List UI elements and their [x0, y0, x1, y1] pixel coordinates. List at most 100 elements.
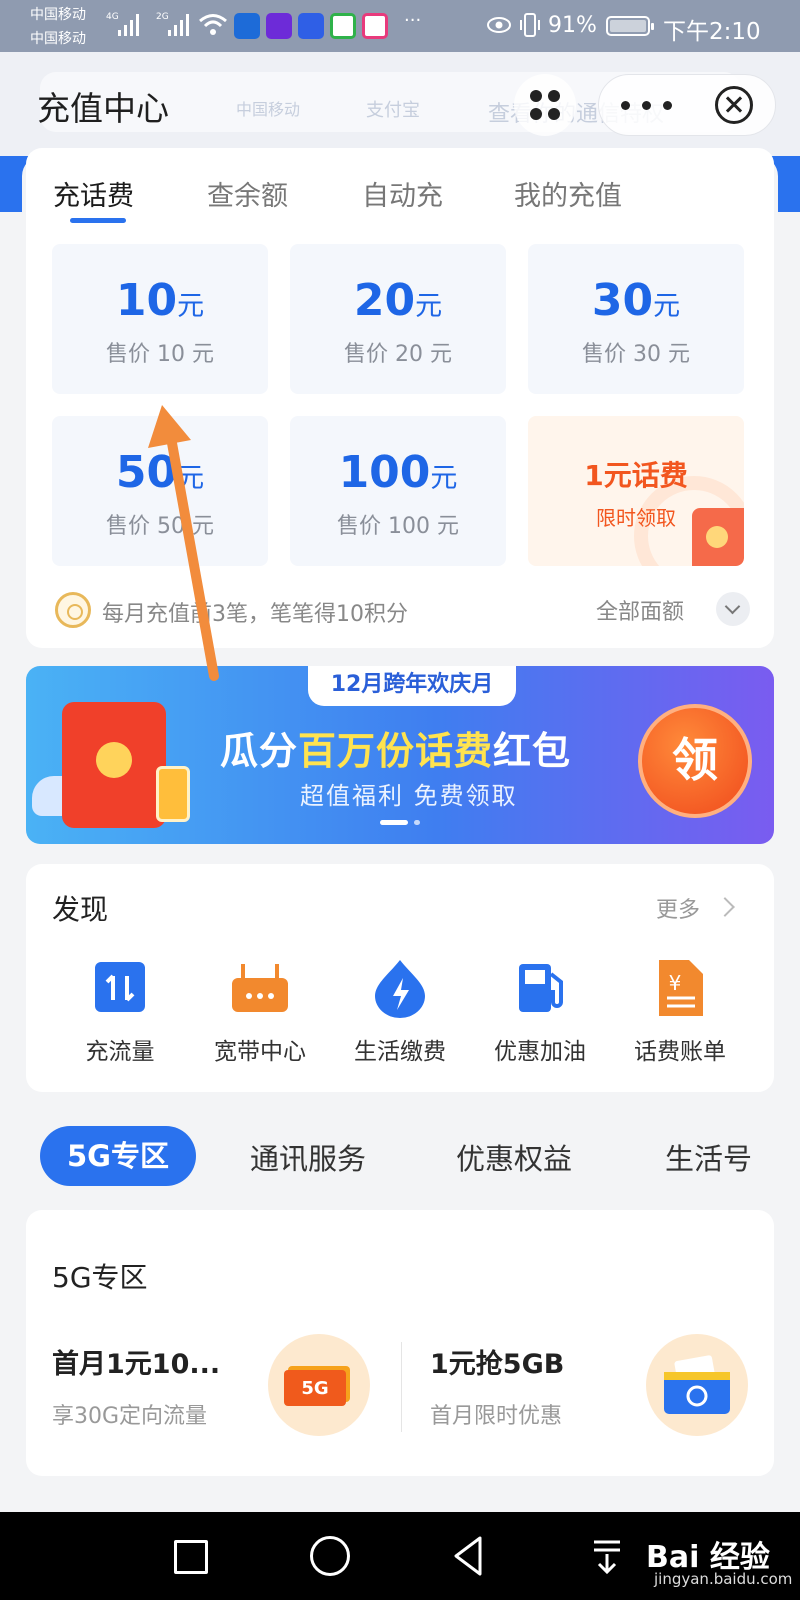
category-tab-benefits[interactable]: 优惠权益 [456, 1136, 572, 1178]
lightning-drop-icon [369, 958, 431, 1018]
service-label: 宽带中心 [214, 1039, 306, 1065]
tile-unit: 元 [430, 463, 458, 494]
carrier-1: 中国移动 [30, 7, 86, 23]
tile-amount: 100 [338, 447, 431, 498]
points-note: 每月充值前3笔，笔笔得10积分 [102, 602, 408, 627]
download-icon[interactable] [590, 1536, 624, 1576]
service-fuel[interactable]: 优惠加油 [470, 958, 610, 1066]
5g-section-title: 5G专区 [52, 1261, 148, 1294]
category-tab-lifestyle[interactable]: 生活号 [665, 1136, 752, 1178]
battery-icon [606, 16, 654, 36]
tile-price: 售价 10 元 [106, 342, 214, 367]
phone-illustration [156, 766, 190, 822]
scan-icon [530, 90, 560, 120]
fuel-pump-icon [509, 958, 571, 1018]
baidu-app-icon [298, 13, 324, 39]
page-title: 充值中心 [37, 89, 169, 128]
recharge-card [26, 148, 774, 648]
5g-badge-text: 5G [301, 1378, 328, 1399]
system-nav-bar: Bai 经验 jingyan.baidu.com [0, 1512, 800, 1600]
category-tab-telecom[interactable]: 通讯服务 [250, 1136, 366, 1178]
red-envelope-icon [692, 508, 744, 566]
tile-price: 售价 100 元 [337, 514, 459, 539]
close-icon[interactable] [715, 86, 753, 124]
router-icon [229, 958, 291, 1018]
scan-button[interactable] [514, 74, 576, 136]
discover-title: 发现 [52, 893, 109, 926]
5g-ticket-icon[interactable]: 5G [268, 1334, 370, 1436]
service-label: 生活缴费 [354, 1039, 446, 1065]
banner-subtitle: 超值福利 免费领取 [300, 782, 518, 810]
denomination-tile-50[interactable]: 50元 售价 50 元 [52, 416, 268, 566]
shield-app-icon [234, 13, 260, 39]
tile-price: 售价 50 元 [106, 514, 214, 539]
claim-button[interactable]: 领 [638, 704, 752, 818]
eye-icon [487, 17, 511, 33]
promo-tile-1yuan[interactable]: 1元话费 限时领取 [528, 416, 744, 566]
tab-auto-recharge[interactable]: 自动充 [362, 174, 443, 213]
faded-carrier-logo: 中国移动 [236, 100, 301, 119]
tile-amount: 30 [591, 275, 654, 326]
service-label: 优惠加油 [494, 1039, 586, 1065]
faded-alipay-logo: 支付宝 [366, 100, 420, 121]
tab-my-recharges[interactable]: 我的充值 [514, 174, 622, 213]
banner-title-part: 瓜分 [220, 729, 299, 773]
offer-divider [401, 1342, 402, 1432]
tile-amount: 20 [353, 275, 416, 326]
signal-icon [118, 12, 144, 36]
banner-tag: 12月跨年欢庆月 [308, 666, 516, 706]
banner-title: 瓜分百万份话费红包 [220, 720, 571, 775]
vibrate-icon [520, 13, 540, 37]
banner-title-highlight: 百万份话费 [298, 729, 494, 773]
chevron-down-icon[interactable] [716, 592, 750, 626]
data-transfer-icon [89, 958, 151, 1018]
discover-more-link[interactable]: 更多 [656, 892, 700, 924]
service-utilities[interactable]: 生活缴费 [330, 958, 470, 1066]
promo-banner[interactable]: 12月跨年欢庆月 瓜分百万份话费红包 超值福利 免费领取 领 [26, 666, 774, 844]
tab-recharge[interactable]: 充话费 [53, 174, 134, 213]
points-medal-icon [55, 592, 91, 628]
tile-unit: 元 [653, 291, 681, 322]
denomination-tile-30[interactable]: 30元 售价 30 元 [528, 244, 744, 394]
tile-price: 售价 30 元 [582, 342, 690, 367]
all-denominations-link[interactable]: 全部面额 [596, 594, 684, 626]
offer-title[interactable]: 1元抢5GB [430, 1342, 564, 1381]
denomination-tile-10[interactable]: 10元 售价 10 元 [52, 244, 268, 394]
youku-app-icon [362, 13, 388, 39]
clock: 下午2:10 [663, 19, 761, 45]
active-tab-indicator [70, 218, 126, 223]
service-bill[interactable]: ¥ 话费账单 [610, 958, 750, 1066]
video-app-icon [266, 13, 292, 39]
tile-unit: 元 [415, 291, 443, 322]
browser-app-icon [330, 13, 356, 39]
bill-document-icon: ¥ [649, 958, 711, 1018]
tab-balance[interactable]: 查余额 [207, 174, 288, 213]
denomination-tile-20[interactable]: 20元 售价 20 元 [290, 244, 506, 394]
tile-amount: 50 [115, 447, 178, 498]
offer-subtitle: 享30G定向流量 [52, 1404, 208, 1429]
offer-subtitle: 首月限时优惠 [430, 1404, 563, 1429]
recent-apps-button[interactable] [174, 1540, 208, 1574]
more-button[interactable] [599, 75, 699, 135]
more-notifications-icon: ··· [404, 10, 422, 31]
signal-icon-2 [168, 12, 194, 36]
service-broadband[interactable]: 宽带中心 [190, 958, 330, 1066]
promo-title: 1元话费 [584, 459, 688, 492]
svg-text:¥: ¥ [669, 971, 682, 995]
home-button[interactable] [310, 1536, 350, 1576]
tile-price: 售价 20 元 [344, 342, 452, 367]
sim-wallet-icon[interactable] [646, 1334, 748, 1436]
watermark-url: jingyan.baidu.com [654, 1570, 793, 1588]
denomination-tile-100[interactable]: 100元 售价 100 元 [290, 416, 506, 566]
tile-unit: 元 [177, 463, 205, 494]
network-type-1: 4G [106, 12, 119, 22]
back-button[interactable] [450, 1534, 486, 1578]
service-label: 充流量 [85, 1039, 155, 1065]
offer-title[interactable]: 首月1元10... [52, 1342, 220, 1381]
service-label: 话费账单 [634, 1039, 726, 1065]
banner-title-part: 红包 [493, 729, 572, 773]
mini-program-capsule [598, 74, 776, 136]
wifi-icon [199, 14, 227, 35]
service-data-recharge[interactable]: 充流量 [50, 958, 190, 1066]
category-tab-5g[interactable]: 5G专区 [40, 1126, 196, 1186]
